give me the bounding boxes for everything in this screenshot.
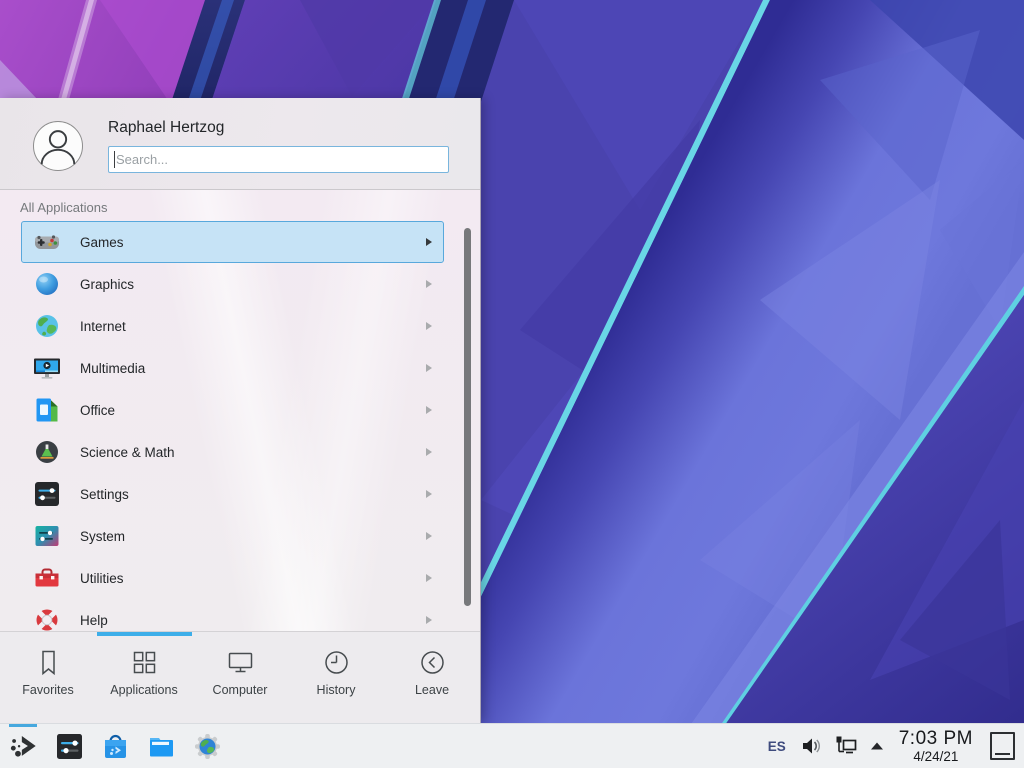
tab-favorites[interactable]: Favorites — [0, 632, 96, 723]
application-launcher: Raphael Hertzog All Applications — [0, 98, 481, 723]
volume-icon[interactable] — [800, 735, 822, 757]
discover-software-button[interactable] — [92, 724, 138, 768]
submenu-arrow-icon — [426, 280, 432, 288]
category-label: Utilities — [80, 571, 124, 586]
kickoff-launcher-button[interactable] — [0, 724, 46, 768]
category-multimedia[interactable]: Multimedia — [21, 347, 444, 389]
tab-leave[interactable]: Leave — [384, 632, 480, 723]
category-list: Games Graphics — [0, 221, 480, 631]
launcher-header: Raphael Hertzog — [0, 98, 480, 190]
science-flask-icon — [33, 438, 61, 466]
submenu-arrow-icon — [426, 532, 432, 540]
text-caret — [114, 151, 115, 168]
submenu-arrow-icon — [426, 616, 432, 624]
clock-time: 7:03 PM — [899, 729, 973, 748]
system-settings-icon — [54, 731, 85, 762]
clock-date: 4/24/21 — [899, 750, 973, 764]
discover-software-icon — [100, 731, 131, 762]
submenu-arrow-icon — [426, 238, 432, 246]
category-office[interactable]: Office — [21, 389, 444, 431]
tab-computer[interactable]: Computer — [192, 632, 288, 723]
show-desktop-icon — [995, 753, 1010, 755]
submenu-arrow-icon — [426, 322, 432, 330]
computer-monitor-icon — [226, 648, 255, 677]
category-label: Games — [80, 235, 124, 250]
taskbar-app-buttons — [0, 724, 230, 768]
utilities-toolbox-icon — [33, 564, 61, 592]
category-utilities[interactable]: Utilities — [21, 557, 444, 599]
submenu-arrow-icon — [426, 448, 432, 456]
category-settings[interactable]: Settings — [21, 473, 444, 515]
file-manager-button[interactable] — [138, 724, 184, 768]
launcher-tab-bar: Favorites Applications — [0, 631, 480, 723]
category-label: Help — [80, 613, 108, 628]
category-science-math[interactable]: Science & Math — [21, 431, 444, 473]
leave-back-icon — [418, 648, 447, 677]
category-label: Science & Math — [80, 445, 175, 460]
category-internet[interactable]: Internet — [21, 305, 444, 347]
tab-label: History — [317, 683, 356, 697]
submenu-arrow-icon — [426, 490, 432, 498]
internet-globe-icon — [33, 312, 61, 340]
category-label: Office — [80, 403, 115, 418]
category-label: Settings — [80, 487, 129, 502]
search-input[interactable] — [108, 146, 449, 173]
submenu-arrow-icon — [426, 364, 432, 372]
multimedia-player-icon — [33, 354, 61, 382]
expand-tray-arrow-icon[interactable] — [870, 741, 884, 751]
help-lifebuoy-icon — [33, 606, 61, 631]
active-task-indicator — [9, 724, 37, 727]
desktop: Raphael Hertzog All Applications — [0, 0, 1024, 768]
file-manager-icon — [146, 731, 177, 762]
system-tray: ES 7:0 — [760, 724, 1024, 768]
settings-sliders-icon — [33, 480, 61, 508]
tab-history[interactable]: History — [288, 632, 384, 723]
system-sliders-icon — [33, 522, 61, 550]
kickoff-launcher-icon — [8, 731, 39, 762]
web-browser-button[interactable] — [184, 724, 230, 768]
office-document-icon — [33, 396, 61, 424]
category-label: Internet — [80, 319, 126, 334]
category-label: System — [80, 529, 125, 544]
active-tab-indicator — [97, 632, 192, 636]
show-desktop-button[interactable] — [990, 732, 1015, 760]
tab-label: Applications — [110, 683, 177, 697]
tab-label: Favorites — [22, 683, 73, 697]
submenu-arrow-icon — [426, 406, 432, 414]
section-label: All Applications — [20, 200, 107, 215]
category-graphics[interactable]: Graphics — [21, 263, 444, 305]
user-name: Raphael Hertzog — [108, 119, 224, 137]
system-settings-button[interactable] — [46, 724, 92, 768]
keyboard-layout-indicator[interactable]: ES — [768, 739, 786, 754]
applications-list: All Applications — [0, 190, 480, 631]
category-system[interactable]: System — [21, 515, 444, 557]
category-label: Multimedia — [80, 361, 145, 376]
graphics-sphere-icon — [33, 270, 61, 298]
list-scrollbar[interactable] — [464, 228, 471, 606]
history-clock-icon — [322, 648, 351, 677]
category-help[interactable]: Help — [21, 599, 444, 631]
submenu-arrow-icon — [426, 574, 432, 582]
wired-network-icon[interactable] — [834, 734, 858, 758]
taskbar-panel: ES 7:0 — [0, 723, 1024, 768]
tab-applications[interactable]: Applications — [96, 632, 192, 723]
digital-clock[interactable]: 7:03 PM 4/24/21 — [899, 729, 973, 764]
category-games[interactable]: Games — [21, 221, 444, 263]
games-gamepad-icon — [33, 228, 61, 256]
tab-label: Leave — [415, 683, 449, 697]
tab-label: Computer — [213, 683, 268, 697]
user-avatar[interactable] — [33, 121, 83, 171]
web-browser-icon — [192, 731, 223, 762]
category-label: Graphics — [80, 277, 134, 292]
app-grid-icon — [130, 648, 159, 677]
bookmark-icon — [34, 648, 63, 677]
